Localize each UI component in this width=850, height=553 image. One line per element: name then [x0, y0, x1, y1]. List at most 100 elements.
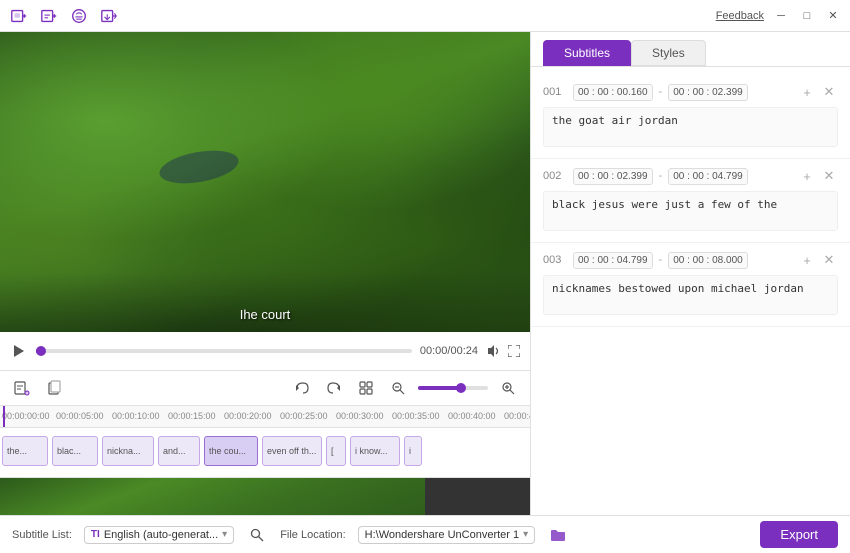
- titlebar-left: [8, 5, 120, 27]
- ruler-mark: 00:00:40:00: [448, 411, 496, 421]
- redo-button[interactable]: [322, 376, 346, 400]
- ruler-mark: 00:00:20:00: [224, 411, 272, 421]
- zoom-in-button[interactable]: [496, 376, 520, 400]
- subtitle-edit-button[interactable]: [10, 376, 34, 400]
- play-button[interactable]: [10, 342, 28, 360]
- zoom-slider[interactable]: [418, 386, 488, 390]
- entry-start-1[interactable]: 00 : 00 : 00.160: [573, 84, 653, 101]
- subtitle-chip[interactable]: the...: [2, 436, 48, 466]
- entry-end-2[interactable]: 00 : 00 : 04.799: [668, 168, 748, 185]
- subtitle-list-value: English (auto-generat...: [104, 529, 218, 541]
- add-subtitle-button[interactable]: [38, 5, 60, 27]
- entry-end-1[interactable]: 00 : 00 : 02.399: [668, 84, 748, 101]
- entry-header-1: 001 00 : 00 : 00.160 - 00 : 00 : 02.399 …: [543, 83, 838, 101]
- import-button[interactable]: [98, 5, 120, 27]
- ruler-mark: 00:00:45:00: [504, 411, 530, 421]
- titlebar: Feedback ─ □ ✕: [0, 0, 850, 32]
- add-media-button[interactable]: [8, 5, 30, 27]
- entry-actions-1: + ✕: [798, 83, 838, 101]
- subtitle-chip-active[interactable]: the cou...: [204, 436, 258, 466]
- audio-icon[interactable]: [486, 344, 500, 358]
- entry-actions-2: + ✕: [798, 167, 838, 185]
- entry-num-1: 001: [543, 86, 567, 98]
- entry-actions-3: + ✕: [798, 251, 838, 269]
- zoom-slider-dot[interactable]: [456, 383, 466, 393]
- progress-dot: [36, 346, 46, 356]
- time-display: 00:00/00:24: [420, 345, 478, 357]
- timeline-toolbar-left: [10, 376, 66, 400]
- entry-header-3: 003 00 : 00 : 04.799 - 00 : 00 : 08.000 …: [543, 251, 838, 269]
- subtitle-chip[interactable]: blac...: [52, 436, 98, 466]
- subtitle-track[interactable]: the... blac... nickna... and... the cou.…: [0, 428, 530, 478]
- left-panel: Ihe court 00:00/00:24: [0, 32, 530, 553]
- chevron-down-icon: ▾: [222, 529, 227, 540]
- expand-icon[interactable]: [508, 345, 520, 357]
- ruler-mark: 00:00:10:00: [112, 411, 160, 421]
- titlebar-right: Feedback ─ □ ✕: [716, 7, 842, 25]
- subtitle-entry-3: 003 00 : 00 : 04.799 - 00 : 00 : 08.000 …: [531, 243, 850, 327]
- entry-num-2: 002: [543, 170, 567, 182]
- timeline-toolbar-right: [290, 376, 520, 400]
- video-player[interactable]: Ihe court: [0, 32, 530, 332]
- export-button[interactable]: Export: [760, 521, 838, 548]
- entry-delete-3[interactable]: ✕: [820, 251, 838, 269]
- subtitle-chip[interactable]: even off th...: [262, 436, 322, 466]
- subtitle-entry-1: 001 00 : 00 : 00.160 - 00 : 00 : 02.399 …: [531, 75, 850, 159]
- entry-text-2[interactable]: [543, 191, 838, 231]
- ruler-mark: 00:00:00:00: [2, 411, 50, 421]
- subtitle-chip[interactable]: and...: [158, 436, 200, 466]
- folder-button[interactable]: [547, 524, 569, 546]
- file-location-value[interactable]: H:\Wondershare UnConverter 1 ▾: [358, 526, 536, 544]
- subtitle-chip[interactable]: i know...: [350, 436, 400, 466]
- entry-delete-1[interactable]: ✕: [820, 83, 838, 101]
- tabs: Subtitles Styles: [531, 32, 850, 67]
- maximize-button[interactable]: □: [798, 7, 816, 25]
- file-path-text: H:\Wondershare UnConverter 1: [365, 529, 519, 541]
- entry-num-3: 003: [543, 254, 567, 266]
- subtitle-entries-list: 001 00 : 00 : 00.160 - 00 : 00 : 02.399 …: [531, 67, 850, 553]
- entry-end-3[interactable]: 00 : 00 : 08.000: [668, 252, 748, 269]
- main-layout: Ihe court 00:00/00:24: [0, 32, 850, 553]
- entry-start-3[interactable]: 00 : 00 : 04.799: [573, 252, 653, 269]
- time-sep-1: -: [659, 86, 663, 98]
- ruler-mark: 00:00:30:00: [336, 411, 384, 421]
- subtitle-list-select[interactable]: TI English (auto-generat... ▾: [84, 526, 234, 544]
- ruler-mark: 00:00:05:00: [56, 411, 104, 421]
- video-content: [157, 145, 241, 188]
- close-button[interactable]: ✕: [824, 7, 842, 25]
- progress-bar[interactable]: [36, 349, 412, 353]
- ruler-mark: 00:00:35:00: [392, 411, 440, 421]
- ruler-mark: 00:00:25:00: [280, 411, 328, 421]
- search-button[interactable]: [246, 524, 268, 546]
- entry-delete-2[interactable]: ✕: [820, 167, 838, 185]
- tab-subtitles[interactable]: Subtitles: [543, 40, 631, 66]
- subtitle-chip[interactable]: nickna...: [102, 436, 154, 466]
- time-sep-2: -: [659, 170, 663, 182]
- video-controls: 00:00/00:24: [0, 332, 530, 370]
- minimize-button[interactable]: ─: [772, 7, 790, 25]
- entry-add-2[interactable]: +: [798, 167, 816, 185]
- subtitle-list-label: Subtitle List:: [12, 529, 72, 541]
- entry-text-3[interactable]: [543, 275, 838, 315]
- subtitle-chip[interactable]: [: [326, 436, 346, 466]
- entry-add-1[interactable]: +: [798, 83, 816, 101]
- timeline-toolbar: [0, 370, 530, 406]
- grid-button[interactable]: [354, 376, 378, 400]
- bottom-bar: Subtitle List: TI English (auto-generat.…: [0, 515, 850, 553]
- entry-text-1[interactable]: [543, 107, 838, 147]
- entry-add-3[interactable]: +: [798, 251, 816, 269]
- entry-start-2[interactable]: 00 : 00 : 02.399: [573, 168, 653, 185]
- feedback-link[interactable]: Feedback: [716, 10, 764, 22]
- right-panel: Subtitles Styles 001 00 : 00 : 00.160 - …: [530, 32, 850, 553]
- tab-styles[interactable]: Styles: [631, 40, 706, 66]
- copy-button[interactable]: [42, 376, 66, 400]
- zoom-out-button[interactable]: [386, 376, 410, 400]
- entry-header-2: 002 00 : 00 : 02.399 - 00 : 00 : 04.799 …: [543, 167, 838, 185]
- undo-button[interactable]: [290, 376, 314, 400]
- subtitle-overlay: Ihe court: [240, 307, 291, 322]
- auto-subtitle-button[interactable]: [68, 5, 90, 27]
- subtitle-list-type-icon: TI: [91, 529, 100, 540]
- subtitle-chip[interactable]: i: [404, 436, 422, 466]
- time-sep-3: -: [659, 254, 663, 266]
- file-location-label: File Location:: [280, 529, 345, 541]
